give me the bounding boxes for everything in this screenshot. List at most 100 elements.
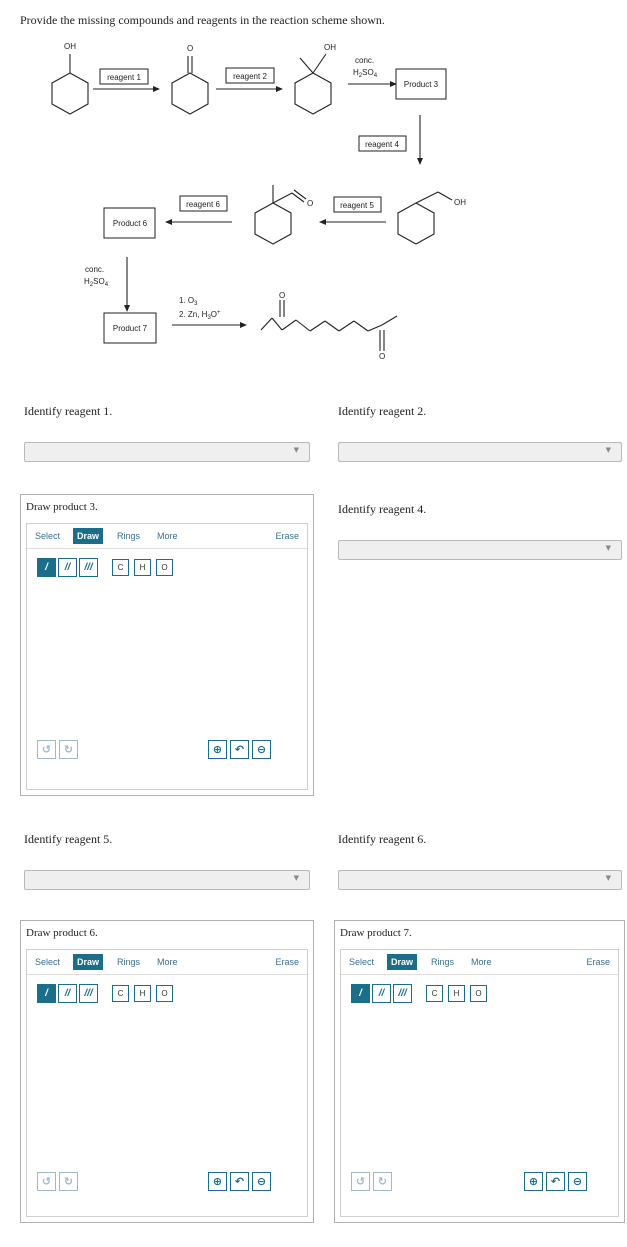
zoom-out-icon[interactable]: ⊖ bbox=[252, 740, 271, 759]
erase-button[interactable]: Erase bbox=[271, 954, 303, 970]
zoom-in-icon[interactable]: ⊕ bbox=[208, 740, 227, 759]
dicarbonyl-product bbox=[260, 300, 398, 351]
product6-panel: Draw product 6. Select Draw Rings More E… bbox=[20, 920, 314, 1223]
reagent6-dropdown[interactable]: ▼ bbox=[338, 870, 622, 890]
reagent2-dropdown[interactable]: ▼ bbox=[338, 442, 622, 462]
question-reagent2: Identify reagent 2. bbox=[338, 404, 427, 418]
double-bond-button[interactable]: // bbox=[372, 984, 391, 1003]
triple-bond-button[interactable]: /// bbox=[393, 984, 412, 1003]
atom-c-button[interactable]: C bbox=[112, 985, 129, 1002]
reset-zoom-icon[interactable]: ↶ bbox=[230, 740, 249, 759]
reagent4-box-label: reagent 4 bbox=[365, 140, 399, 149]
cyclohexylmethanol-ring bbox=[397, 202, 435, 245]
product6-sketcher[interactable]: Select Draw Rings More Erase / // /// C … bbox=[26, 949, 308, 1217]
erase-button[interactable]: Erase bbox=[582, 954, 614, 970]
tab-select[interactable]: Select bbox=[31, 528, 64, 544]
caret-down-icon: ▼ bbox=[605, 874, 611, 882]
redo-icon[interactable]: ↻ bbox=[59, 1172, 78, 1191]
h2so4-label-1: H2SO4 bbox=[353, 68, 378, 79]
zn-label: 2. Zn, H3O+ bbox=[179, 310, 221, 321]
question-product6: Draw product 6. bbox=[26, 927, 98, 939]
ozone-label: 1. O3 bbox=[179, 296, 198, 307]
sketcher-toolbar: Select Draw Rings More Erase bbox=[27, 950, 307, 975]
tab-rings[interactable]: Rings bbox=[427, 954, 458, 970]
reagent2-box-label: reagent 2 bbox=[233, 72, 267, 81]
tab-more[interactable]: More bbox=[467, 954, 496, 970]
label-oh-1: OH bbox=[64, 42, 76, 51]
reset-zoom-icon[interactable]: ↶ bbox=[230, 1172, 249, 1191]
tab-select[interactable]: Select bbox=[31, 954, 64, 970]
double-bond-button[interactable]: // bbox=[58, 984, 77, 1003]
question-reagent5: Identify reagent 5. bbox=[24, 832, 113, 846]
tab-draw[interactable]: Draw bbox=[387, 954, 418, 970]
reagent1-dropdown[interactable]: ▼ bbox=[24, 442, 310, 462]
atom-h-button[interactable]: H bbox=[134, 985, 151, 1002]
reagent1-box-label: reagent 1 bbox=[107, 73, 141, 82]
label-o-2: O bbox=[307, 199, 313, 208]
label-o-3: O bbox=[279, 291, 285, 300]
conc-label-1: conc. bbox=[355, 56, 374, 65]
label-o-4: O bbox=[379, 352, 385, 361]
product7-sketcher[interactable]: Select Draw Rings More Erase / // /// C … bbox=[340, 949, 619, 1217]
product3-box-label: Product 3 bbox=[404, 80, 439, 89]
undo-icon[interactable]: ↺ bbox=[37, 1172, 56, 1191]
zoom-in-icon[interactable]: ⊕ bbox=[524, 1172, 543, 1191]
atom-o-button[interactable]: O bbox=[156, 985, 173, 1002]
single-bond-button[interactable]: / bbox=[37, 558, 56, 577]
question-product3: Draw product 3. bbox=[26, 501, 98, 513]
h2so4-label-2: H2SO4 bbox=[84, 277, 109, 288]
caret-down-icon: ▼ bbox=[605, 446, 611, 454]
caret-down-icon: ▼ bbox=[293, 874, 299, 882]
tab-more[interactable]: More bbox=[153, 954, 182, 970]
tab-more[interactable]: More bbox=[153, 528, 182, 544]
double-bond-button[interactable]: // bbox=[58, 558, 77, 577]
product3-panel: Draw product 3. Select Draw Rings More E… bbox=[20, 494, 314, 796]
atom-h-button[interactable]: H bbox=[134, 559, 151, 576]
redo-icon[interactable]: ↻ bbox=[59, 740, 78, 759]
product7-panel: Draw product 7. Select Draw Rings More E… bbox=[334, 920, 625, 1223]
cyclohexanol-ring bbox=[51, 72, 89, 115]
cyclohexanone-ring bbox=[171, 72, 209, 115]
reagent5-dropdown[interactable]: ▼ bbox=[24, 870, 310, 890]
reaction-scheme: OH O OH reagent 1 reagent 2 conc. H2SO4 … bbox=[51, 42, 466, 361]
undo-icon[interactable]: ↺ bbox=[37, 740, 56, 759]
tab-select[interactable]: Select bbox=[345, 954, 378, 970]
single-bond-button[interactable]: / bbox=[37, 984, 56, 1003]
zoom-in-icon[interactable]: ⊕ bbox=[208, 1172, 227, 1191]
cyclohexanecarbaldehyde-ring bbox=[254, 202, 292, 245]
label-o-1: O bbox=[187, 44, 193, 53]
single-bond-button[interactable]: / bbox=[351, 984, 370, 1003]
sketcher-toolbar: Select Draw Rings More Erase bbox=[341, 950, 618, 975]
reagent4-dropdown[interactable]: ▼ bbox=[338, 540, 622, 560]
redo-icon[interactable]: ↻ bbox=[373, 1172, 392, 1191]
atom-c-button[interactable]: C bbox=[426, 985, 443, 1002]
product6-box-label: Product 6 bbox=[113, 219, 148, 228]
caret-down-icon: ▼ bbox=[293, 446, 299, 454]
erase-button[interactable]: Erase bbox=[271, 528, 303, 544]
label-oh-3: OH bbox=[454, 198, 466, 207]
triple-bond-button[interactable]: /// bbox=[79, 558, 98, 577]
reset-zoom-icon[interactable]: ↶ bbox=[546, 1172, 565, 1191]
zoom-out-icon[interactable]: ⊖ bbox=[252, 1172, 271, 1191]
reagent6-box-label: reagent 6 bbox=[186, 200, 220, 209]
sketcher-toolbar: Select Draw Rings More Erase bbox=[27, 524, 307, 549]
methylcyclohexanol-ring bbox=[294, 72, 332, 115]
triple-bond-button[interactable]: /// bbox=[79, 984, 98, 1003]
reagent5-box-label: reagent 5 bbox=[340, 201, 374, 210]
atom-c-button[interactable]: C bbox=[112, 559, 129, 576]
tab-draw[interactable]: Draw bbox=[73, 954, 104, 970]
tab-rings[interactable]: Rings bbox=[113, 528, 144, 544]
tab-rings[interactable]: Rings bbox=[113, 954, 144, 970]
tab-draw[interactable]: Draw bbox=[73, 528, 104, 544]
zoom-out-icon[interactable]: ⊖ bbox=[568, 1172, 587, 1191]
atom-o-button[interactable]: O bbox=[470, 985, 487, 1002]
conc-label-2: conc. bbox=[85, 265, 104, 274]
atom-o-button[interactable]: O bbox=[156, 559, 173, 576]
label-oh-2: OH bbox=[324, 43, 336, 52]
question-product7: Draw product 7. bbox=[340, 927, 412, 939]
atom-h-button[interactable]: H bbox=[448, 985, 465, 1002]
undo-icon[interactable]: ↺ bbox=[351, 1172, 370, 1191]
question-reagent4: Identify reagent 4. bbox=[338, 502, 427, 516]
product7-box-label: Product 7 bbox=[113, 324, 148, 333]
product3-sketcher[interactable]: Select Draw Rings More Erase / // /// C … bbox=[26, 523, 308, 790]
